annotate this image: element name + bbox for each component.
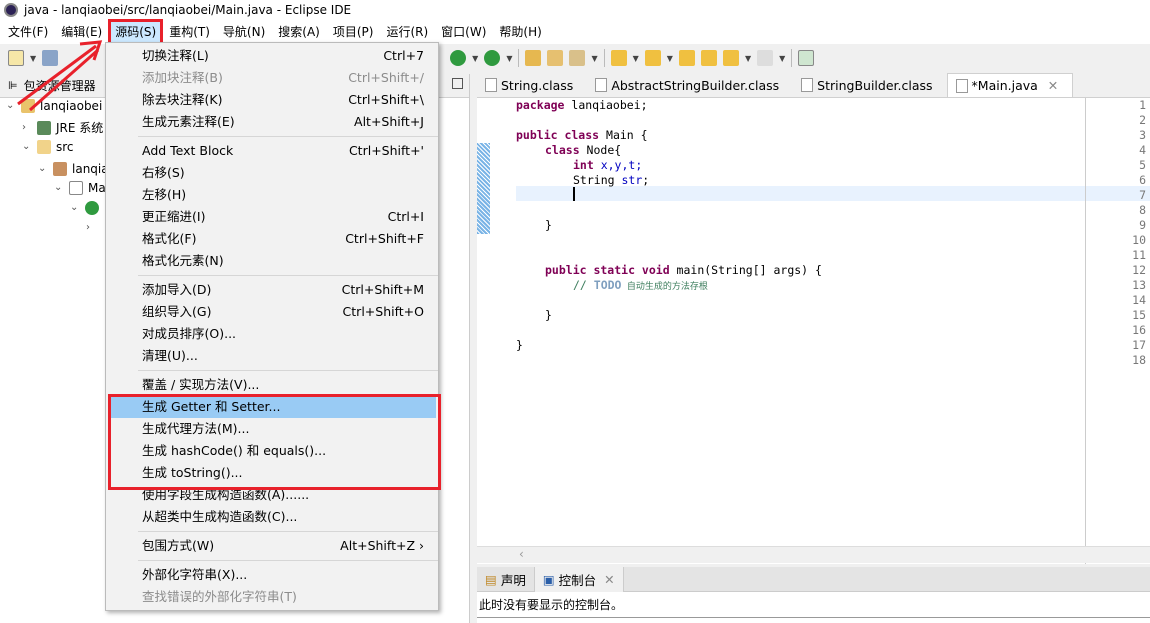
horizontal-scrollbar[interactable]: ‹ — [477, 546, 1150, 563]
text-cursor — [573, 187, 575, 201]
close-icon[interactable]: ✕ — [604, 572, 614, 587]
chevron-down-icon[interactable]: ⌄ — [38, 158, 48, 180]
package-icon — [53, 162, 67, 176]
tree-item-class[interactable]: ⌄ — [70, 197, 99, 219]
chevron-down-icon[interactable]: ⌄ — [70, 197, 80, 219]
java-file-icon — [69, 181, 83, 195]
menu-separator — [106, 367, 438, 374]
run-external-icon[interactable] — [484, 50, 501, 66]
menu-item-find-broken-externalized[interactable]: 查找错误的外部化字符串(T) — [108, 586, 436, 608]
dropdown-icon[interactable]: ▼ — [472, 54, 478, 63]
print-margin — [1085, 98, 1086, 564]
dropdown-icon[interactable]: ▼ — [745, 54, 751, 63]
tree-item-file[interactable]: ⌄ Ma — [54, 177, 106, 199]
run-icon[interactable] — [450, 50, 467, 66]
console-message: 此时没有要显示的控制台。 — [477, 592, 1150, 618]
forward-icon[interactable] — [757, 50, 774, 66]
menu-item-shift-left[interactable]: 左移(H) — [108, 184, 436, 206]
menu-window[interactable]: 窗口(W) — [436, 21, 491, 43]
code-line: } — [545, 308, 552, 322]
tree-item-inner[interactable]: › — [86, 217, 96, 239]
bottom-panel: ▤ 声明 ▣ 控制台 ✕ 此时没有要显示的控制台。 — [477, 566, 1150, 623]
menu-item-constructor-from-superclass[interactable]: 从超类中生成构造函数(C)... — [108, 506, 436, 528]
prev-annotation-icon[interactable] — [644, 50, 661, 66]
menu-run[interactable]: 运行(R) — [381, 21, 433, 43]
forward-edit-icon[interactable] — [700, 50, 717, 66]
menu-item-format[interactable]: 格式化(F) Ctrl+Shift+F — [108, 228, 436, 250]
source-menu: 切换注释(L) Ctrl+7 添加块注释(B) Ctrl+Shift+/ 除去块注释… — [105, 42, 439, 611]
code-line: public static void main(String[] args) { — [545, 263, 822, 277]
code-editor: String.class AbstractStringBuilder.class… — [477, 73, 1150, 564]
code-line: int x,y,t; — [573, 158, 643, 172]
maximize-icon[interactable] — [452, 78, 463, 89]
code-line: class Node{ — [545, 143, 622, 157]
scroll-left-icon[interactable]: ‹ — [519, 547, 524, 561]
code-line: } — [545, 218, 552, 232]
menu-project[interactable]: 项目(P) — [328, 21, 379, 43]
open-folder-icon[interactable] — [547, 50, 564, 66]
menu-item-correct-indentation[interactable]: 更正缩进(I) Ctrl+I — [108, 206, 436, 228]
tab-console[interactable]: ▣ 控制台 ✕ — [533, 566, 624, 592]
menu-item-sort-members[interactable]: 对成员排序(O)... — [108, 323, 436, 345]
annotation-arrow-icon — [17, 40, 103, 112]
menu-item-add-text-block[interactable]: Add Text Block Ctrl+Shift+' — [108, 140, 436, 162]
code-line: public class Main { — [516, 128, 648, 142]
code-area[interactable]: 1 2 3 4 5 6 7 8 9 10 11 12 13 14 15 16 1… — [477, 74, 1150, 564]
chevron-right-icon[interactable]: › — [86, 217, 96, 239]
code-line: } — [516, 338, 523, 352]
menu-item-shift-right[interactable]: 右移(S) — [108, 162, 436, 184]
declaration-icon: ▤ — [485, 571, 497, 587]
chevron-down-icon[interactable]: ⌄ — [54, 177, 64, 199]
open-type-icon[interactable] — [525, 50, 542, 66]
console-icon: ▣ — [542, 571, 555, 587]
menu-navigate[interactable]: 导航(N) — [218, 21, 270, 43]
menu-item-override-methods[interactable]: 覆盖 / 实现方法(V)... — [108, 374, 436, 396]
dropdown-icon[interactable]: ▼ — [667, 54, 673, 63]
bottom-tabs: ▤ 声明 ▣ 控制台 ✕ — [477, 566, 1150, 592]
menu-item-clean-up[interactable]: 清理(U)... — [108, 345, 436, 367]
menu-search[interactable]: 搜索(A) — [273, 21, 325, 43]
menu-item-surround-with[interactable]: 包围方式(W) Alt+Shift+Z › — [108, 535, 436, 557]
dropdown-icon[interactable]: ▼ — [633, 54, 639, 63]
next-annotation-icon[interactable] — [610, 50, 627, 66]
dropdown-icon[interactable]: ▼ — [591, 54, 597, 63]
back-icon[interactable] — [722, 50, 739, 66]
menu-item-externalize-strings[interactable]: 外部化字符串(X)... — [108, 564, 436, 586]
menu-separator — [106, 557, 438, 564]
last-edit-icon[interactable] — [678, 50, 695, 66]
code-line: String str; — [573, 173, 650, 187]
source-folder-icon — [37, 140, 51, 154]
class-icon — [85, 201, 99, 215]
perspective-icon[interactable] — [798, 50, 815, 66]
dropdown-icon[interactable]: ▼ — [506, 54, 512, 63]
menu-separator — [106, 528, 438, 535]
menu-item-add-import[interactable]: 添加导入(D) Ctrl+Shift+M — [108, 279, 436, 301]
dropdown-icon[interactable]: ▼ — [779, 54, 785, 63]
menu-separator — [106, 133, 438, 140]
library-icon — [37, 121, 51, 135]
code-line: // TODO 自动生成的方法存根 — [573, 278, 708, 292]
tab-declaration[interactable]: ▤ 声明 — [477, 567, 534, 592]
menu-item-format-element[interactable]: 格式化元素(N) — [108, 250, 436, 272]
menu-separator — [106, 272, 438, 279]
menu-item-organize-imports[interactable]: 组织导入(G) Ctrl+Shift+O — [108, 301, 436, 323]
tree-item-src[interactable]: ⌄ src — [22, 136, 74, 158]
menu-help[interactable]: 帮助(H) — [494, 21, 546, 43]
chevron-down-icon[interactable]: ⌄ — [22, 136, 32, 158]
code-line: package lanqiaobei; — [516, 98, 648, 112]
annotation-highlight-box — [108, 394, 441, 490]
pen-icon[interactable] — [569, 50, 586, 66]
